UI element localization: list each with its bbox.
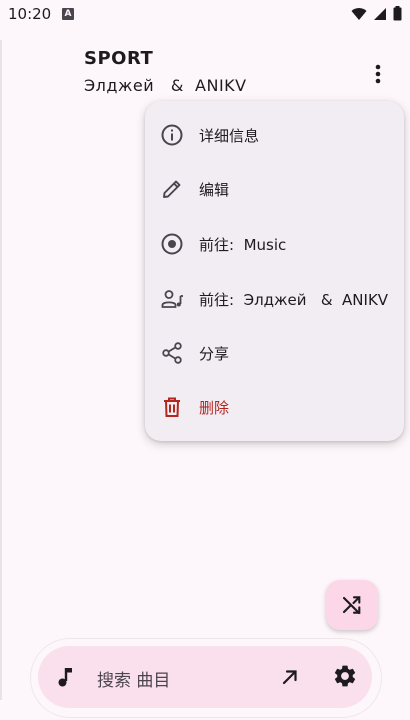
menu-item-details[interactable]: 详细信息 [145,108,404,162]
share-icon [160,341,184,365]
menu-item-label: 前往: Элджей & ANIKV [199,290,389,309]
more-vert-icon [375,64,381,84]
music-note-icon[interactable] [52,663,80,691]
track-artist: Элджей & ANIKV [84,76,247,95]
context-menu: 详细信息 编辑 前往: Music 前往: Элджей & ANIKV 分享 … [145,101,404,441]
info-icon [160,123,184,147]
menu-item-share[interactable]: 分享 [145,326,404,380]
menu-item-label: 前往: Music [199,235,287,254]
menu-item-delete[interactable]: 删除 [145,380,404,434]
menu-item-label: 分享 [199,344,230,363]
battery-icon [393,6,402,21]
artist-icon [160,287,184,311]
shuffle-button[interactable] [326,580,378,630]
menu-item-label: 详细信息 [199,126,260,145]
status-bar: 10:20 A [0,0,410,30]
notification-badge: A [62,8,74,20]
arrow-up-right-icon[interactable] [276,663,304,691]
track-title: SPORT [84,48,154,69]
shuffle-icon [342,596,361,615]
more-options-button[interactable] [364,58,392,90]
menu-item-label: 删除 [199,398,230,417]
status-icons [351,6,402,21]
window-edge [0,40,2,700]
trash-icon [160,395,184,419]
wifi-icon [351,7,367,20]
status-time: 10:20 [8,5,52,23]
album-icon [160,232,184,256]
menu-item-edit[interactable]: 编辑 [145,162,404,216]
search-bar[interactable] [38,646,372,708]
search-input[interactable]: 搜索 曲目 [97,666,170,691]
signal-icon [374,7,386,20]
settings-gear-icon[interactable] [331,662,359,690]
menu-item-go-to-album[interactable]: 前往: Music [145,217,404,271]
pencil-icon [160,177,184,201]
menu-item-go-to-artist[interactable]: 前往: Элджей & ANIKV [145,272,404,326]
menu-item-label: 编辑 [199,180,230,199]
